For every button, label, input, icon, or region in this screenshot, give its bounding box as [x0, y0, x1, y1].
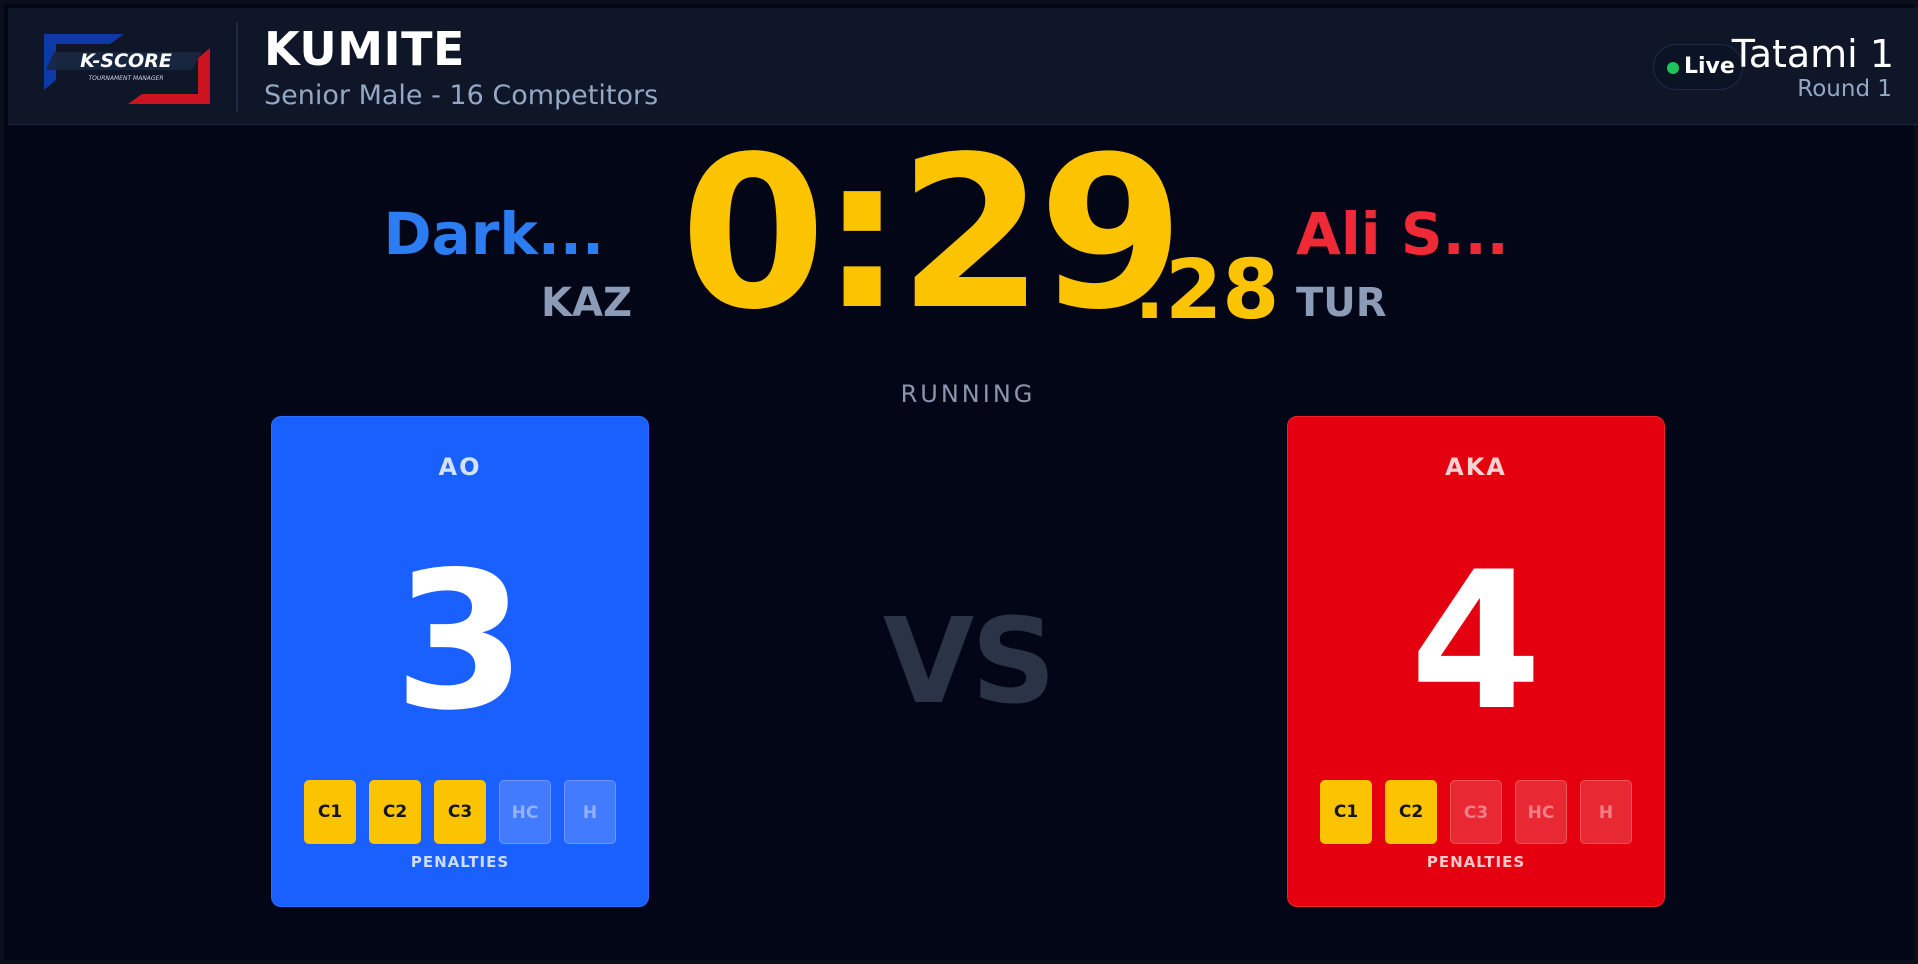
scoreboard-screen: K-SCORE TOURNAMENT MANAGER KUMITE Senior… — [0, 0, 1918, 964]
ao-country-code: KAZ — [541, 280, 632, 326]
aka-penalty-h[interactable]: H — [1580, 780, 1632, 844]
aka-country-code: TUR — [1296, 280, 1387, 326]
logo-text: K-SCORE — [80, 50, 172, 72]
aka-score: 4 — [1409, 531, 1543, 752]
live-label: Live — [1684, 54, 1735, 79]
header-bar: K-SCORE TOURNAMENT MANAGER KUMITE Senior… — [8, 8, 1918, 125]
aka-penalties-label: PENALTIES — [1426, 853, 1526, 871]
header-divider — [236, 22, 238, 112]
ao-competitor-name: Dark... — [383, 200, 604, 268]
live-status-badge: Live — [1653, 44, 1743, 90]
event-subtitle: Senior Male - 16 Competitors — [264, 80, 659, 111]
match-timer-fraction: .28 — [1134, 243, 1280, 338]
ao-penalty-hc[interactable]: HC — [499, 780, 551, 844]
k-score-logo: K-SCORE TOURNAMENT MANAGER — [44, 32, 210, 106]
live-dot-icon — [1667, 62, 1679, 74]
ao-penalty-c2[interactable]: C2 — [369, 780, 421, 844]
round-label: Round 1 — [1797, 76, 1892, 102]
timer-status: RUNNING — [900, 380, 1036, 408]
ao-penalty-h[interactable]: H — [564, 780, 616, 844]
match-timer: 0:29 — [680, 111, 1184, 356]
aka-competitor-name: Ali S... — [1296, 200, 1509, 268]
ao-penalty-c1[interactable]: C1 — [304, 780, 356, 844]
aka-penalty-c2[interactable]: C2 — [1385, 780, 1437, 844]
aka-penalty-c1[interactable]: C1 — [1320, 780, 1372, 844]
ao-penalty-c3[interactable]: C3 — [434, 780, 486, 844]
event-title: KUMITE — [264, 22, 465, 76]
ao-penalties: C1 C2 C3 HC H — [304, 780, 622, 844]
tatami-label: Tatami 1 — [1731, 32, 1894, 76]
aka-side-label: AKA — [1445, 453, 1507, 481]
aka-penalty-c3[interactable]: C3 — [1450, 780, 1502, 844]
ao-side-label: AO — [438, 453, 482, 481]
aka-penalty-hc[interactable]: HC — [1515, 780, 1567, 844]
aka-score-card: AKA 4 C1 C2 C3 HC H PENALTIES — [1287, 416, 1665, 907]
ao-penalties-label: PENALTIES — [410, 853, 510, 871]
logo-subtext: TOURNAMENT MANAGER — [88, 75, 163, 82]
aka-penalties: C1 C2 C3 HC H — [1320, 780, 1638, 844]
